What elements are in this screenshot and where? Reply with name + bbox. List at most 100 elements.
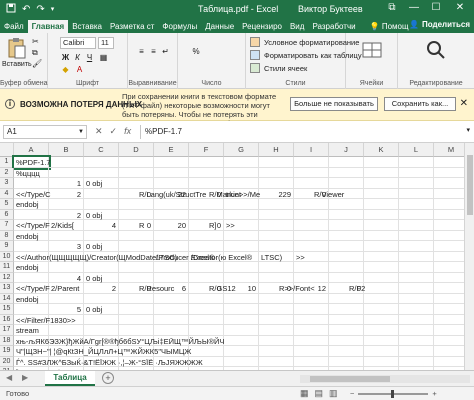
row-header[interactable]: 5 — [0, 199, 14, 210]
grid-cell[interactable] — [224, 167, 259, 178]
grid-cell[interactable] — [399, 262, 434, 273]
grid-cell[interactable] — [119, 230, 154, 241]
grid-cell[interactable] — [329, 272, 364, 283]
grid-cell[interactable] — [259, 220, 294, 231]
underline-button[interactable]: Ч — [84, 53, 95, 62]
horizontal-scroll-thumb[interactable] — [310, 376, 390, 382]
row-header[interactable]: 12 — [0, 272, 14, 283]
dont-show-again-button[interactable]: Больше не показывать — [290, 97, 378, 111]
grid-cell[interactable] — [49, 325, 84, 336]
row-header[interactable]: 20 — [0, 356, 14, 367]
tell-me-search[interactable]: 💡 Помощ — [366, 20, 413, 33]
grid-cell[interactable] — [189, 199, 224, 210]
grid-cell[interactable] — [224, 209, 259, 220]
grid-cell[interactable] — [224, 157, 259, 168]
grid-cell[interactable] — [329, 293, 364, 304]
font-color-icon[interactable]: A — [74, 65, 85, 74]
confirm-formula-icon[interactable]: ✓ — [110, 126, 118, 137]
tab-formulas[interactable]: Формулы — [158, 20, 201, 33]
grid-cell[interactable] — [84, 167, 119, 178]
grid-cell[interactable] — [364, 293, 399, 304]
grid-cell[interactable] — [399, 283, 434, 294]
font-size-select[interactable]: 11 — [98, 37, 114, 49]
share-button[interactable]: 👤 Поделиться — [409, 20, 470, 29]
borders-icon[interactable]: ▦ — [98, 53, 109, 62]
grid-cell[interactable] — [364, 199, 399, 210]
vertical-scrollbar[interactable] — [464, 143, 474, 370]
grid-cell[interactable] — [294, 157, 329, 168]
column-header[interactable]: I — [294, 143, 329, 157]
page-layout-view-icon[interactable]: ▤ — [315, 388, 324, 399]
grid-cell[interactable] — [399, 304, 434, 315]
grid-cell[interactable] — [259, 241, 294, 252]
customize-toolbar-icon[interactable]: ▾ — [51, 5, 55, 15]
zoom-out-button[interactable]: − — [350, 389, 354, 398]
grid-cell[interactable] — [399, 199, 434, 210]
column-header[interactable]: J — [329, 143, 364, 157]
font-name-select[interactable]: Calibri — [60, 37, 96, 49]
grid-cell[interactable] — [224, 325, 259, 336]
paste-label[interactable]: Вставить — [2, 61, 32, 68]
grid-cell[interactable] — [399, 325, 434, 336]
grid-cell[interactable] — [14, 241, 49, 252]
grid-cell[interactable] — [364, 157, 399, 168]
grid-cell[interactable] — [119, 325, 154, 336]
grid-cell[interactable] — [119, 157, 154, 168]
grid-cell[interactable] — [189, 241, 224, 252]
tab-view[interactable]: Вид — [286, 20, 308, 33]
grid-cell[interactable] — [399, 209, 434, 220]
search-icon[interactable] — [425, 39, 447, 61]
normal-view-icon[interactable]: ▦ — [300, 388, 309, 399]
sheet-tab[interactable]: Таблица — [45, 371, 95, 386]
grid-cell[interactable] — [14, 304, 49, 315]
grid-cell[interactable] — [329, 262, 364, 273]
grid-cell[interactable] — [189, 346, 224, 357]
grid-cell[interactable] — [259, 178, 294, 189]
column-header[interactable]: F — [189, 143, 224, 157]
row-header[interactable]: 2 — [0, 167, 14, 178]
grid-cell[interactable] — [154, 304, 189, 315]
grid-cell[interactable] — [364, 220, 399, 231]
row-header[interactable]: 14 — [0, 293, 14, 304]
expand-formula-bar-icon[interactable]: ▾ — [466, 126, 470, 134]
grid-cell[interactable] — [119, 199, 154, 210]
column-header[interactable]: G — [224, 143, 259, 157]
grid-cell[interactable] — [154, 293, 189, 304]
grid-cell[interactable] — [329, 304, 364, 315]
grid-cell[interactable] — [294, 178, 329, 189]
grid-cell[interactable] — [294, 293, 329, 304]
grid-cell[interactable] — [119, 272, 154, 283]
grid-cell[interactable] — [399, 251, 434, 262]
grid-cell[interactable] — [84, 188, 119, 199]
grid-cell[interactable] — [294, 241, 329, 252]
grid-cell[interactable] — [329, 251, 364, 262]
grid-cell[interactable] — [224, 346, 259, 357]
ribbon-display-options-icon[interactable]: ⧉ — [382, 2, 402, 13]
user-name[interactable]: Виктор Буктеев — [298, 4, 363, 14]
grid-cell[interactable] — [294, 346, 329, 357]
grid-cell[interactable] — [259, 346, 294, 357]
row-header[interactable]: 19 — [0, 346, 14, 357]
grid-cell[interactable] — [364, 262, 399, 273]
grid-cell[interactable] — [154, 272, 189, 283]
grid-cell[interactable] — [259, 199, 294, 210]
grid-cell[interactable] — [329, 241, 364, 252]
grid-cell[interactable] — [154, 167, 189, 178]
row-header[interactable]: 18 — [0, 335, 14, 346]
grid-cell[interactable] — [189, 178, 224, 189]
grid-cell[interactable] — [224, 262, 259, 273]
grid-cell[interactable] — [329, 220, 364, 231]
align-center-icon[interactable]: ≡ — [148, 47, 159, 56]
horizontal-scrollbar[interactable] — [300, 375, 470, 383]
grid-cell[interactable] — [259, 157, 294, 168]
grid-cell[interactable] — [329, 209, 364, 220]
grid-cell[interactable] — [49, 167, 84, 178]
column-header[interactable]: L — [399, 143, 434, 157]
grid-cell[interactable] — [84, 230, 119, 241]
grid-cell[interactable] — [364, 304, 399, 315]
grid-cell[interactable] — [84, 262, 119, 273]
tab-review[interactable]: Рецензиро — [238, 20, 286, 33]
grid-cell[interactable] — [294, 167, 329, 178]
row-header[interactable]: 16 — [0, 314, 14, 325]
grid-cell[interactable] — [364, 230, 399, 241]
